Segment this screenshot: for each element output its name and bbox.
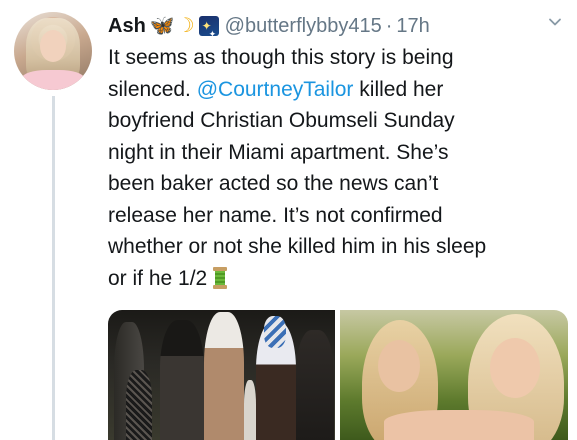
media-photo-1[interactable] <box>108 310 335 440</box>
mention-link[interactable]: @CourtneyTailor <box>197 78 354 101</box>
tweet-header: Ash 🦋 ☽ @butterflybby415 · 17h <box>108 11 569 49</box>
media-photo-2[interactable] <box>340 310 568 440</box>
night-sky-stars-icon <box>198 11 219 49</box>
tweet-text-part-2: killed her boyfriend Christian Obumseli … <box>108 77 487 290</box>
crescent-moon-icon: ☽ <box>176 15 195 37</box>
meta-separator: · <box>385 15 393 37</box>
thread-spool-icon <box>213 266 228 289</box>
thread-connector-line <box>52 96 55 440</box>
display-name[interactable]: Ash <box>108 11 146 41</box>
butterfly-icon: 🦋 <box>149 15 175 37</box>
avatar[interactable] <box>14 12 92 90</box>
media-grid <box>108 310 568 440</box>
tweet-text: It seems as though this story is being s… <box>108 42 568 294</box>
user-handle[interactable]: @butterflybby415 <box>225 11 382 41</box>
tweet-timestamp[interactable]: 17h <box>396 11 429 41</box>
chevron-down-icon[interactable] <box>547 14 563 30</box>
